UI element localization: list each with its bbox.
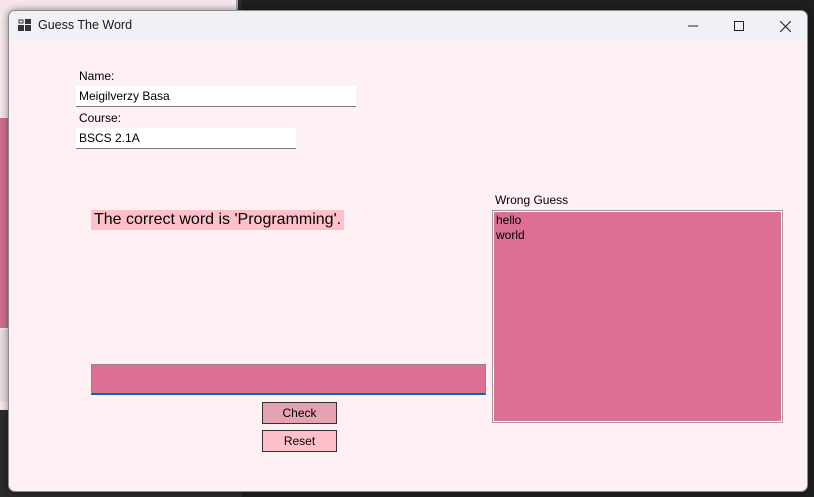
app-window-icon bbox=[18, 19, 31, 31]
course-field[interactable] bbox=[76, 128, 296, 149]
course-label: Course: bbox=[79, 111, 122, 125]
maximize-button[interactable] bbox=[716, 11, 762, 41]
check-button[interactable]: Check bbox=[262, 402, 337, 424]
background-window-strip-lower bbox=[0, 330, 8, 402]
title-bar[interactable]: Guess The Word bbox=[9, 11, 807, 41]
maximize-icon bbox=[734, 21, 744, 31]
wrong-guess-list[interactable]: hello world bbox=[492, 210, 783, 423]
name-field[interactable] bbox=[76, 86, 356, 107]
result-message: The correct word is 'Programming'. bbox=[91, 210, 345, 230]
window-title: Guess The Word bbox=[38, 18, 133, 32]
guess-input[interactable] bbox=[91, 364, 486, 395]
wrong-guess-item[interactable]: hello bbox=[493, 213, 782, 228]
wrong-guess-label: Wrong Guess bbox=[495, 193, 569, 207]
wrong-guess-item[interactable]: world bbox=[493, 228, 782, 243]
name-label: Name: bbox=[79, 69, 115, 83]
form-client-area: Name: Course: The correct word is 'Progr… bbox=[9, 41, 807, 491]
minimize-button[interactable] bbox=[670, 11, 716, 41]
close-icon bbox=[779, 20, 791, 32]
minimize-icon bbox=[688, 25, 698, 27]
app-window: Guess The Word Name: Course: The correct… bbox=[8, 10, 808, 492]
close-button[interactable] bbox=[762, 11, 807, 41]
background-window-strip bbox=[0, 118, 8, 328]
reset-button[interactable]: Reset bbox=[262, 430, 337, 452]
